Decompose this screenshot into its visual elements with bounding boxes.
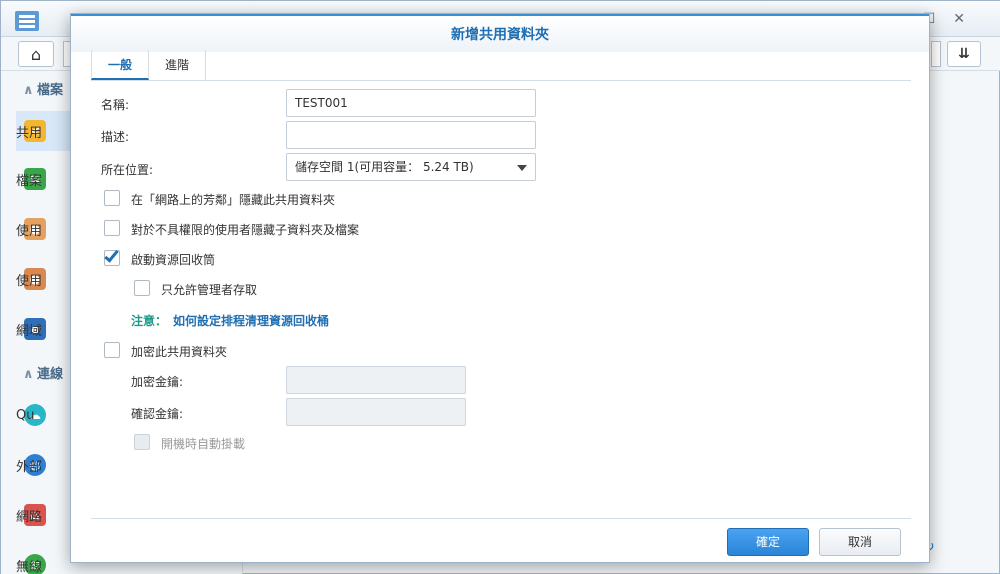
- tab-divider: [91, 80, 911, 81]
- sidebar-item-network[interactable]: ⌂ 網路: [16, 495, 76, 535]
- encryption-key-label: 加密金鑰:: [131, 375, 184, 389]
- checkmark-icon: [104, 247, 119, 263]
- automount-label: 開機時自動掛載: [161, 437, 246, 451]
- sort-icon: ⇊: [958, 46, 970, 62]
- home-button[interactable]: ⌂: [18, 41, 54, 67]
- recycle-bin-checkbox[interactable]: [104, 247, 120, 266]
- hide-subfolders-label: 對於不具權限的使用者隱藏子資料夾及檔案: [131, 223, 360, 237]
- dialog-tabs: 一般 進階: [91, 50, 207, 80]
- dialog-title: 新增共用資料夾: [71, 14, 929, 52]
- sort-button[interactable]: ⇊: [947, 41, 981, 67]
- hide-subfolders-checkbox[interactable]: [104, 220, 120, 236]
- hide-network-label: 在「網路上的芳鄰」隱藏此共用資料夾: [131, 193, 336, 207]
- sidebar-item-user[interactable]: ● 使用: [16, 209, 76, 249]
- close-icon[interactable]: ✕: [953, 11, 983, 27]
- location-value: 儲存空間 1(可用容量： 5.24 TB): [295, 160, 474, 174]
- encryption-key-field[interactable]: [286, 366, 466, 394]
- tab-general[interactable]: 一般: [91, 50, 150, 80]
- note-label: 注意：: [131, 314, 168, 328]
- filter-input[interactable]: [931, 41, 941, 67]
- admin-only-label: 只允許管理者存取: [161, 283, 258, 297]
- automount-checkbox[interactable]: [134, 434, 150, 450]
- confirm-key-label: 確認金鑰:: [131, 407, 184, 421]
- location-label: 所在位置:: [101, 163, 154, 177]
- sidebar-item-file-services[interactable]: ⇆ 檔案: [16, 159, 76, 199]
- sidebar-item-quickconnect[interactable]: ☁ Qu: [16, 395, 76, 435]
- sidebar-section-files[interactable]: ∧ 檔案: [23, 79, 63, 98]
- encrypt-label: 加密此共用資料夾: [131, 345, 228, 359]
- name-value: TEST001: [295, 96, 348, 110]
- chevron-up-icon: ∧: [23, 83, 34, 98]
- admin-only-checkbox[interactable]: [134, 280, 150, 296]
- name-label: 名稱:: [101, 98, 130, 112]
- app-icon: [15, 11, 39, 31]
- sidebar-section-connectivity[interactable]: ∧ 連線: [23, 363, 63, 382]
- description-label: 描述:: [101, 130, 130, 144]
- create-shared-folder-dialog: 新增共用資料夾 一般 進階 名稱: TEST001 描述: 所在位置: 儲存空間…: [70, 13, 930, 563]
- name-field[interactable]: TEST001: [286, 89, 536, 117]
- location-select[interactable]: 儲存空間 1(可用容量： 5.24 TB): [286, 153, 536, 181]
- cancel-button[interactable]: 取消: [819, 528, 901, 556]
- home-icon: ⌂: [30, 44, 42, 64]
- encrypt-checkbox[interactable]: [104, 342, 120, 358]
- schedule-recycle-link[interactable]: 如何設定排程清理資源回收桶: [173, 314, 329, 328]
- chevron-down-icon[interactable]: [517, 165, 527, 171]
- tab-advanced[interactable]: 進階: [149, 50, 207, 80]
- sidebar-item-wireless[interactable]: ≋ 無線: [16, 545, 76, 574]
- sidebar-item-group[interactable]: ● 使用: [16, 259, 76, 299]
- description-field[interactable]: [286, 121, 536, 149]
- hide-network-checkbox[interactable]: [104, 190, 120, 206]
- ok-button[interactable]: 確定: [727, 528, 809, 556]
- sidebar-item-external-access[interactable]: ◍ 外部: [16, 445, 76, 485]
- chevron-up-icon: ∧: [23, 367, 34, 382]
- confirm-key-field[interactable]: [286, 398, 466, 426]
- sidebar-item-domain[interactable]: ▪ 網域: [16, 309, 76, 349]
- footer-divider: [91, 518, 911, 519]
- recycle-note: 注意： 如何設定排程清理資源回收桶: [131, 312, 329, 329]
- recycle-bin-label: 啟動資源回收筒: [131, 253, 216, 267]
